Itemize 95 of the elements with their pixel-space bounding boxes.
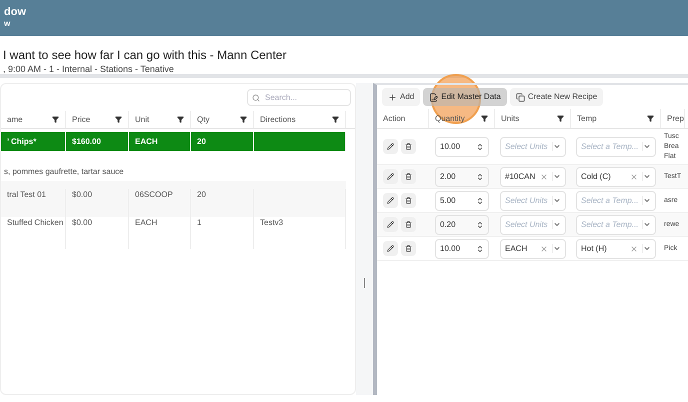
filter-icon[interactable] xyxy=(647,115,654,122)
table-row[interactable]: ’ Chips* $160.00 EACH 20 xyxy=(1,132,346,151)
quantity-field[interactable]: 0.20 xyxy=(435,214,489,234)
column-header[interactable]: ame xyxy=(1,111,66,128)
app-subtitle: w xyxy=(4,19,12,29)
plus-icon xyxy=(388,92,397,102)
caret-icon xyxy=(552,244,561,253)
toolbar-button[interactable]: Edit Master Data xyxy=(423,88,507,106)
column-header[interactable]: Unit xyxy=(129,111,191,128)
filter-icon[interactable] xyxy=(115,116,122,123)
app-title: dow xyxy=(4,6,27,19)
item-description: s, pommes gaufrette, tartar sauce xyxy=(4,166,124,178)
table-cell: Testv3 xyxy=(260,218,284,227)
table-cell: EACH xyxy=(135,136,158,148)
column-header[interactable]: Temp xyxy=(571,109,661,128)
table-cell: 20 xyxy=(197,190,206,199)
column-header[interactable]: Units xyxy=(495,109,571,128)
table-row[interactable]: tral Test 01 $0.00 06SCOOP 20 xyxy=(1,181,346,217)
table-cell: 20 xyxy=(197,136,206,148)
column-header[interactable]: Directions xyxy=(254,111,346,128)
search-input[interactable]: Search... xyxy=(265,92,345,104)
caret-icon xyxy=(552,142,561,151)
edit-button[interactable] xyxy=(383,217,398,232)
caret-icon xyxy=(642,172,651,181)
stepper-icon[interactable] xyxy=(476,196,484,204)
trash-icon xyxy=(405,143,412,150)
toolbar-button[interactable]: Add xyxy=(382,88,420,106)
caret-icon xyxy=(642,196,651,205)
table-cell: tral Test 01 xyxy=(7,190,46,199)
quantity-field[interactable]: 2.00 xyxy=(435,166,489,186)
filter-icon[interactable] xyxy=(332,116,339,123)
clear-icon[interactable] xyxy=(630,244,638,252)
quantity-field[interactable]: 10.00 xyxy=(435,238,489,258)
table-cell: 06SCOOP xyxy=(135,190,173,199)
column-header[interactable]: Action xyxy=(377,109,429,128)
event-details: , 9:00 AM - 1 - Internal - Stations - Tenative xyxy=(3,63,175,75)
stepper-icon[interactable] xyxy=(476,244,484,252)
quantity-field[interactable]: 10.00 xyxy=(435,136,489,156)
select-field[interactable]: Hot (H) xyxy=(576,238,656,258)
filter-icon[interactable] xyxy=(240,116,247,123)
filter-icon[interactable] xyxy=(557,115,564,122)
edit-button[interactable] xyxy=(383,169,398,184)
select-field[interactable]: EACH xyxy=(500,238,566,258)
stepper-icon[interactable] xyxy=(476,172,484,180)
stepper-icon[interactable] xyxy=(476,220,484,228)
toolbar-button[interactable]: Create New Recipe xyxy=(510,88,604,106)
column-header[interactable]: Prep xyxy=(661,109,685,128)
trash-icon xyxy=(405,221,412,228)
caret-icon xyxy=(642,244,651,253)
pencil-icon xyxy=(387,143,394,150)
caret-icon xyxy=(552,196,561,205)
pencil-icon xyxy=(387,197,394,204)
edit-button[interactable] xyxy=(383,193,398,208)
stepper-icon[interactable] xyxy=(476,142,484,150)
delete-button[interactable] xyxy=(401,169,416,184)
edit-icon xyxy=(429,92,438,102)
table-cell: EACH xyxy=(135,218,158,227)
select-field[interactable]: #10CAN xyxy=(500,166,566,186)
trash-icon xyxy=(405,197,412,204)
filter-icon[interactable] xyxy=(481,115,488,122)
event-title: I want to see how far I can go with this - Mann Center xyxy=(3,48,288,63)
table-cell: $0.00 xyxy=(72,190,92,199)
search-field[interactable]: Search... xyxy=(247,89,351,106)
delete-button[interactable] xyxy=(401,241,416,256)
pencil-icon xyxy=(387,245,394,252)
column-header[interactable]: Qty xyxy=(191,111,254,128)
trash-icon xyxy=(405,173,412,180)
filter-icon[interactable] xyxy=(177,116,184,123)
click-highlight xyxy=(431,74,481,124)
clear-icon[interactable] xyxy=(540,244,548,252)
caret-icon xyxy=(642,220,651,229)
select-field[interactable]: Cold (C) xyxy=(576,166,656,186)
edit-button[interactable] xyxy=(383,241,398,256)
search-icon xyxy=(252,94,260,102)
filter-icon[interactable] xyxy=(52,116,59,123)
pencil-icon xyxy=(387,221,394,228)
table-cell: $0.00 xyxy=(72,218,92,227)
column-header[interactable]: Price xyxy=(66,111,129,128)
caret-icon xyxy=(552,172,561,181)
caret-icon xyxy=(552,220,561,229)
table-cell: Stuffed Chicken xyxy=(7,218,64,227)
clear-icon[interactable] xyxy=(630,172,638,180)
delete-button[interactable] xyxy=(401,139,416,154)
pencil-icon xyxy=(387,173,394,180)
quantity-field[interactable]: 5.00 xyxy=(435,190,489,210)
trash-icon xyxy=(405,245,412,252)
copy-icon xyxy=(516,92,525,102)
table-cell: $160.00 xyxy=(72,136,101,148)
clear-icon[interactable] xyxy=(540,172,548,180)
delete-button[interactable] xyxy=(401,217,416,232)
caret-icon xyxy=(642,142,651,151)
delete-button[interactable] xyxy=(401,193,416,208)
edit-button[interactable] xyxy=(383,139,398,154)
table-cell: ’ Chips* xyxy=(7,136,36,148)
table-cell: 1 xyxy=(197,218,202,227)
